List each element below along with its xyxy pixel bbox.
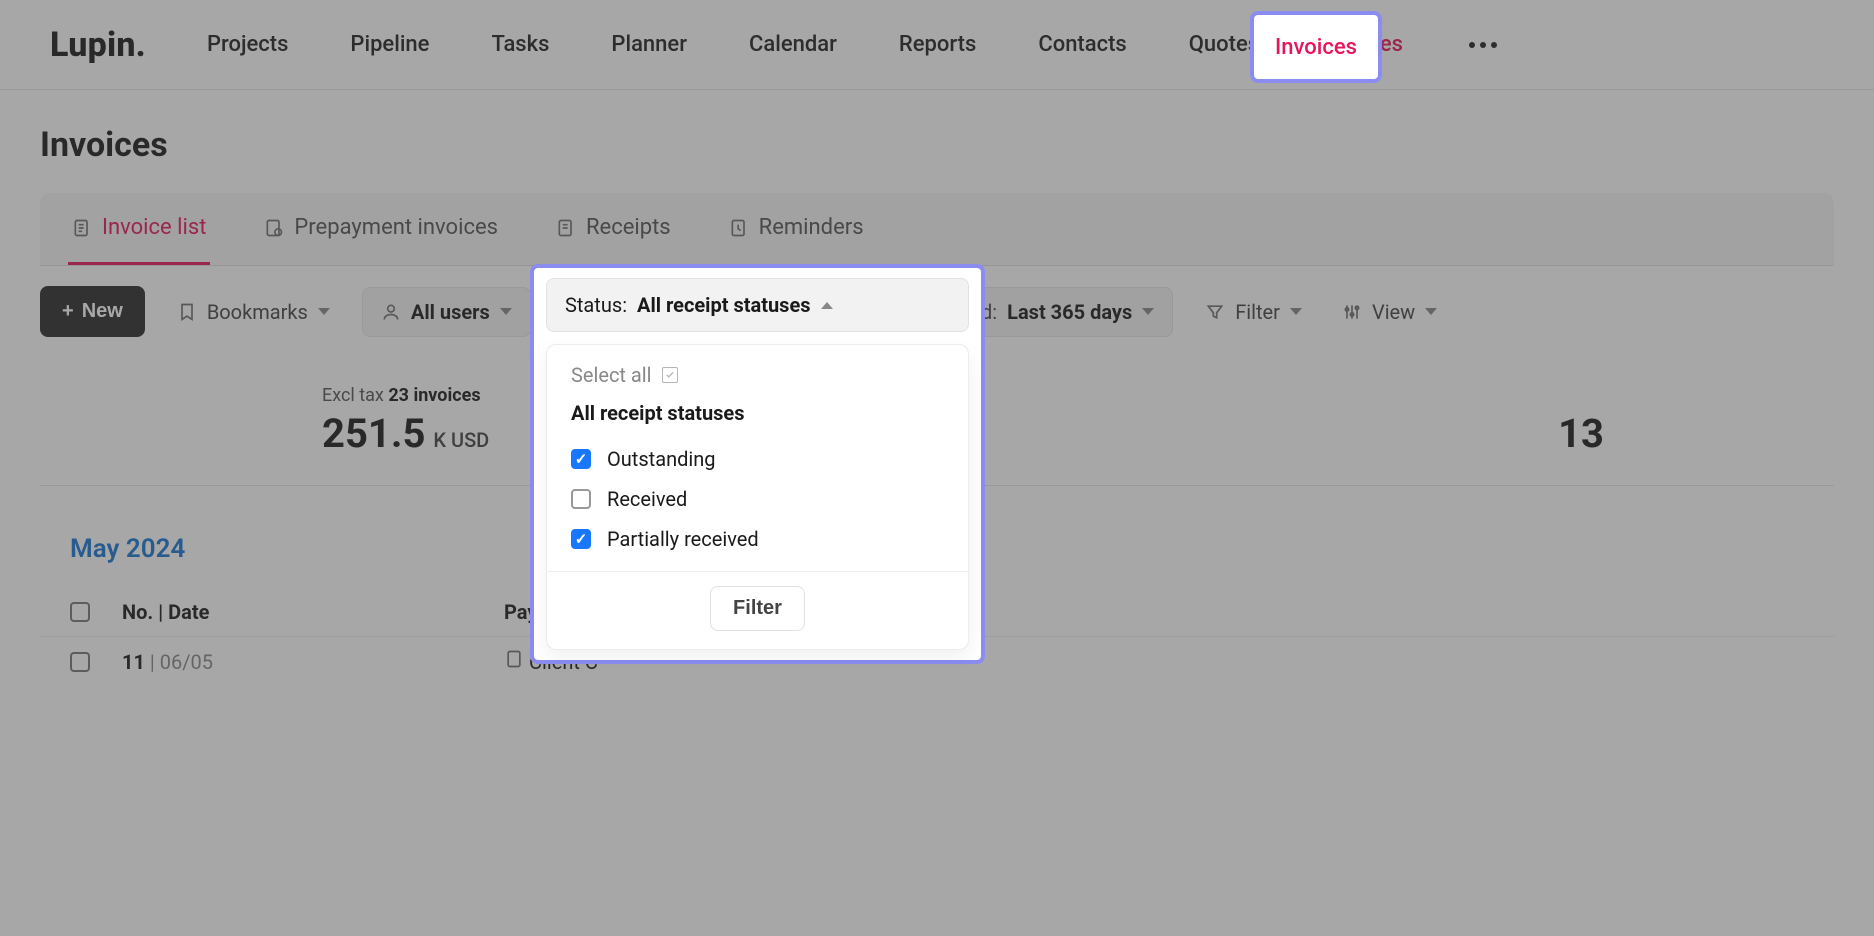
tabs-bar: Invoice list Prepayment invoices Receipt… xyxy=(40,193,1834,266)
new-button[interactable]: + New xyxy=(40,286,145,337)
bookmark-icon xyxy=(177,302,197,322)
topbar: Lupin. Projects Pipeline Tasks Planner C… xyxy=(0,0,1874,90)
summary-right-edge: 13 xyxy=(1558,385,1604,457)
filter-button[interactable]: Filter xyxy=(1197,288,1310,336)
nav-invoices-highlight[interactable]: Invoices xyxy=(1250,11,1382,83)
filter-label: Filter xyxy=(1235,300,1280,324)
select-all-row[interactable]: Select all xyxy=(571,363,944,387)
nav-contacts[interactable]: Contacts xyxy=(1032,22,1132,67)
select-all-label: Select all xyxy=(571,363,652,387)
status-prefix: Status: xyxy=(565,293,627,317)
users-label: All users xyxy=(411,300,490,324)
select-all-checkbox[interactable] xyxy=(662,367,678,383)
status-option-outstanding[interactable]: Outstanding xyxy=(571,439,944,479)
summary-prefix: Excl tax xyxy=(322,385,384,406)
doc-list-icon xyxy=(72,218,92,238)
view-label: View xyxy=(1372,300,1415,324)
tab-label: Prepayment invoices xyxy=(294,215,498,240)
sliders-icon xyxy=(1342,302,1362,322)
col-no-date[interactable]: No. | Date xyxy=(122,600,472,624)
nav-planner[interactable]: Planner xyxy=(605,22,693,67)
select-all-checkbox[interactable] xyxy=(70,602,90,622)
plus-icon: + xyxy=(62,300,74,323)
tab-prepayment[interactable]: Prepayment invoices xyxy=(260,193,502,265)
nav-more-icon[interactable] xyxy=(1459,32,1507,58)
prepayment-icon xyxy=(264,218,284,238)
row-date: 06/05 xyxy=(160,650,213,674)
summary-count: 23 invoices xyxy=(388,385,480,406)
issued-value: Last 365 days xyxy=(1007,300,1132,324)
summary-excl-tax: Excl tax 23 invoices 251.5 K USD xyxy=(322,385,489,457)
chevron-down-icon xyxy=(1425,308,1437,315)
view-button[interactable]: View xyxy=(1334,288,1445,336)
tab-reminders[interactable]: Reminders xyxy=(725,193,868,265)
doc-icon xyxy=(504,649,524,669)
option-label: Outstanding xyxy=(607,447,716,471)
tab-label: Invoice list xyxy=(102,215,206,240)
row-checkbox[interactable] xyxy=(70,652,90,672)
checkbox-checked-icon[interactable] xyxy=(571,529,591,549)
checkbox-checked-icon[interactable] xyxy=(571,449,591,469)
nav-projects[interactable]: Projects xyxy=(201,22,294,67)
status-dropdown: Select all All receipt statuses Outstand… xyxy=(546,344,969,650)
nav-reports[interactable]: Reports xyxy=(893,22,982,67)
apply-filter-button[interactable]: Filter xyxy=(710,586,805,631)
new-label: New xyxy=(82,300,123,323)
tab-invoice-list[interactable]: Invoice list xyxy=(68,193,210,265)
user-icon xyxy=(381,302,401,322)
bookmarks-label: Bookmarks xyxy=(207,300,308,324)
status-filter-open[interactable]: Status: All receipt statuses xyxy=(546,278,969,332)
bookmarks-filter[interactable]: Bookmarks xyxy=(169,288,338,336)
nav-tasks[interactable]: Tasks xyxy=(485,22,555,67)
summary-far-value: 13 xyxy=(1558,410,1604,457)
logo: Lupin. xyxy=(50,25,146,65)
status-value: All receipt statuses xyxy=(637,293,811,317)
users-filter[interactable]: All users xyxy=(362,287,531,337)
row-no: 11 xyxy=(122,650,145,674)
option-label: Received xyxy=(607,487,687,511)
check-icon xyxy=(665,370,675,380)
status-option-partial[interactable]: Partially received xyxy=(571,519,944,559)
reminders-icon xyxy=(729,218,749,238)
page-title: Invoices xyxy=(40,125,1834,165)
status-popup-highlight: Status: All receipt statuses Select all … xyxy=(530,264,985,664)
chevron-down-icon xyxy=(1142,308,1154,315)
chevron-up-icon xyxy=(821,302,833,309)
tab-receipts[interactable]: Receipts xyxy=(552,193,675,265)
funnel-icon xyxy=(1205,302,1225,322)
dropdown-group-title: All receipt statuses xyxy=(571,401,944,425)
chevron-down-icon xyxy=(318,308,330,315)
checkbox-unchecked-icon[interactable] xyxy=(571,489,591,509)
nav-pipeline[interactable]: Pipeline xyxy=(344,22,435,67)
receipts-icon xyxy=(556,218,576,238)
chevron-down-icon xyxy=(500,308,512,315)
summary-unit: K USD xyxy=(433,428,489,452)
tab-label: Receipts xyxy=(586,215,671,240)
chevron-down-icon xyxy=(1290,308,1302,315)
nav-calendar[interactable]: Calendar xyxy=(743,22,843,67)
option-label: Partially received xyxy=(607,527,759,551)
summary-value: 251.5 xyxy=(322,410,425,457)
tab-label: Reminders xyxy=(759,215,864,240)
status-option-received[interactable]: Received xyxy=(571,479,944,519)
